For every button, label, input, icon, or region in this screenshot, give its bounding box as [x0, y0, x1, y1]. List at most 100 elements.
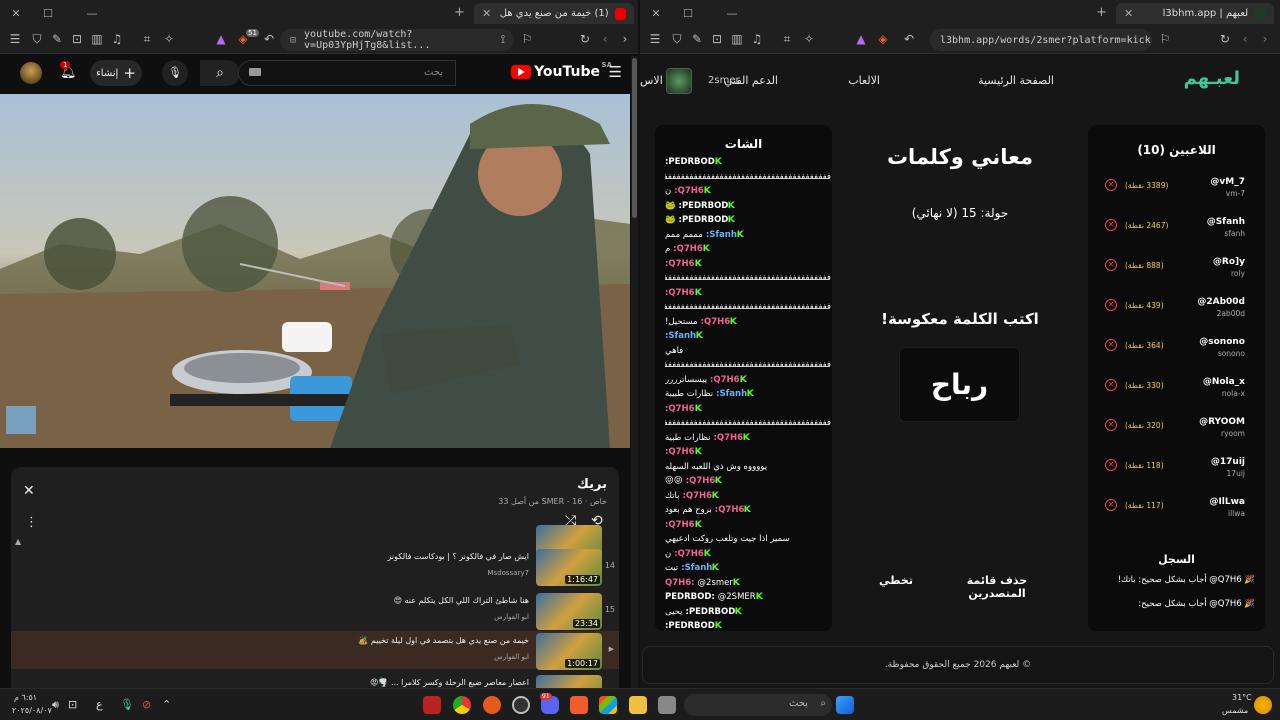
video-title[interactable]: ايش صار في فالكونز ؟ | بودكاست فالكونز	[388, 552, 529, 561]
nav-games[interactable]: الالعاب	[848, 74, 880, 87]
reload-icon[interactable]: ↻	[1218, 32, 1232, 46]
chat-username[interactable]: PEDRBOD	[689, 607, 735, 617]
create-button[interactable]: إنشاء +	[90, 60, 142, 86]
pin-icon[interactable]: ✎	[690, 32, 704, 46]
weather-temp[interactable]: 31°C	[1232, 693, 1252, 702]
keyboard-icon[interactable]	[249, 68, 261, 76]
site-info-icon[interactable]: ⊟	[290, 35, 296, 46]
bookmark-star-icon[interactable]: ⚐	[1158, 32, 1172, 46]
task-view-icon[interactable]	[658, 696, 676, 714]
address-bar[interactable]: ⊟ youtube.com/watch?v=Up03YpHjTg8&list..…	[280, 29, 514, 51]
chat-username[interactable]: PEDRBOD	[682, 201, 728, 211]
close-playlist-icon[interactable]: ✕	[23, 483, 35, 499]
address-bar[interactable]: l3bhm.app/words/2smer?platform=kick	[930, 29, 1152, 51]
video-thumbnail[interactable]: 1:16:47	[536, 549, 602, 586]
extensions-icon[interactable]: ✧	[802, 32, 816, 46]
forward-icon[interactable]: ›	[1258, 32, 1272, 46]
remove-player-icon[interactable]: ✕	[1105, 419, 1117, 431]
epic-games-icon[interactable]	[423, 696, 441, 714]
chat-username[interactable]: Sfanh	[719, 389, 747, 399]
playlist-item[interactable]: اعصار معاصر ضيع الرحلة وكسر كلامرا ... 🌪…	[11, 673, 619, 688]
chat-username[interactable]: Q7H6	[689, 476, 715, 486]
remove-player-icon[interactable]: ✕	[1105, 339, 1117, 351]
search-icon[interactable]: ⌕	[200, 60, 240, 86]
video-title[interactable]: خيمة من صنع يدي هل بتصمد في اول ليلة تخي…	[358, 636, 529, 645]
sidebar-icon[interactable]: ▥	[90, 32, 104, 46]
bookmark-icon[interactable]: ⊡	[70, 32, 84, 46]
rewards-icon[interactable]: ▲	[214, 32, 228, 46]
scrollbar-thumb[interactable]	[632, 58, 637, 218]
bookmark-star-icon[interactable]: ⚐	[520, 32, 534, 46]
chat-username[interactable]: Q7H6	[718, 505, 744, 515]
video-title[interactable]: اعصار معاصر ضيع الرحلة وكسر كلامرا ... 🌪…	[370, 678, 529, 687]
screenshot-icon[interactable]: ⌗	[780, 32, 794, 47]
file-explorer-icon[interactable]	[629, 696, 647, 714]
back-icon[interactable]: ‹	[1238, 32, 1252, 46]
app-icon-orange[interactable]	[483, 696, 501, 714]
close-tab-icon[interactable]: ✕	[1124, 7, 1133, 20]
menu-icon[interactable]: ☰	[8, 32, 22, 46]
video-thumbnail[interactable]: 1:00:17	[536, 633, 602, 670]
bookmark-icon[interactable]: ⊡	[710, 32, 724, 46]
chat-username[interactable]: Q7H6	[668, 447, 694, 457]
video-thumbnail[interactable]	[536, 675, 602, 688]
nav-username[interactable]: 2smer	[708, 75, 740, 86]
minimize-window-icon[interactable]: —	[716, 7, 748, 20]
chat-username[interactable]: Q7H6	[704, 317, 730, 327]
video-thumbnail[interactable]: 23:34	[536, 593, 602, 630]
hamburger-icon[interactable]: ☰	[609, 63, 622, 81]
network-icon[interactable]: ⊡	[68, 698, 77, 711]
search-input[interactable]: بحث	[238, 60, 456, 86]
chat-username[interactable]: Q7H6	[713, 375, 739, 385]
sidebar-icon[interactable]: ▥	[730, 32, 744, 46]
chat-username[interactable]: PEDRBOD	[682, 215, 728, 225]
microphone-icon[interactable]: 🎙︎	[120, 698, 134, 711]
forward-icon[interactable]: ›	[618, 32, 632, 46]
chat-username[interactable]: Q7H6	[668, 259, 694, 269]
chat-username[interactable]: Q7H6	[677, 244, 703, 254]
channel-name[interactable]: Msdossary7	[488, 569, 529, 577]
tray-chevron-icon[interactable]: ⌃	[162, 698, 171, 711]
chat-username[interactable]: PEDRBOD	[668, 157, 714, 167]
l3bhm-tab[interactable]: لعبهم | l3bhm.app ✕	[1116, 3, 1274, 24]
chrome-icon[interactable]	[453, 696, 471, 714]
volume-icon[interactable]: 🔊︎	[52, 698, 59, 712]
camera-off-icon[interactable]: ⊘	[142, 698, 151, 711]
rewards-icon[interactable]: ▲	[854, 32, 868, 46]
screenshot-icon[interactable]: ⌗	[140, 32, 154, 47]
back-icon[interactable]: ‹	[598, 32, 612, 46]
chat-username[interactable]: Q7H6	[665, 578, 691, 588]
weather-desc[interactable]: مشمس	[1222, 706, 1248, 715]
windows-start-icon[interactable]	[836, 696, 854, 714]
site-logo[interactable]: لعبـهم	[1184, 68, 1240, 89]
playlist-title[interactable]: بريك	[577, 477, 607, 492]
minimize-window-icon[interactable]: —	[76, 7, 108, 20]
new-tab-icon[interactable]: +	[1096, 5, 1107, 20]
youtube-logo[interactable]: YouTube SA	[511, 61, 612, 80]
clear-leaderboard-button[interactable]: حذف قائمة المتصدرين	[962, 574, 1032, 600]
music-icon[interactable]: ♫	[110, 32, 124, 46]
chat-username[interactable]: Sfanh	[685, 563, 713, 573]
cast-icon[interactable]: ⟟	[496, 32, 510, 47]
close-window-icon[interactable]: ✕	[0, 7, 32, 20]
music-icon[interactable]: ♫	[750, 32, 764, 46]
skip-button[interactable]: تخطي	[876, 574, 916, 587]
brave-shield-icon[interactable]: ◈	[876, 32, 890, 46]
close-window-icon[interactable]: ✕	[640, 7, 672, 20]
share-icon[interactable]: ↶	[262, 32, 276, 46]
video-title[interactable]: هنا شاطئ التراك اللي الكل يتكلم عنه 😍	[394, 596, 529, 605]
page-scrollbar[interactable]	[631, 56, 638, 688]
nav-extra[interactable]: الاس	[640, 74, 663, 87]
new-tab-icon[interactable]: +	[454, 5, 465, 20]
chat-username[interactable]: Q7H6	[686, 491, 712, 501]
nav-home[interactable]: الصفحة الرئيسية	[978, 74, 1054, 87]
chat-username[interactable]: Q7H6	[668, 520, 694, 530]
weather-sun-icon[interactable]	[1254, 696, 1272, 714]
chat-username[interactable]: Q7H6	[717, 433, 743, 443]
language-indicator[interactable]: ع	[96, 698, 103, 711]
channel-name[interactable]: ابو الفوارس	[494, 613, 529, 621]
youtube-tab[interactable]: (1) خيمة من صنع يدي هل بتص... ✕	[474, 3, 634, 24]
chat-username[interactable]: Q7H6	[668, 404, 694, 414]
maximize-window-icon[interactable]: ☐	[672, 7, 704, 20]
chat-username[interactable]: PEDRBOD	[665, 592, 711, 602]
